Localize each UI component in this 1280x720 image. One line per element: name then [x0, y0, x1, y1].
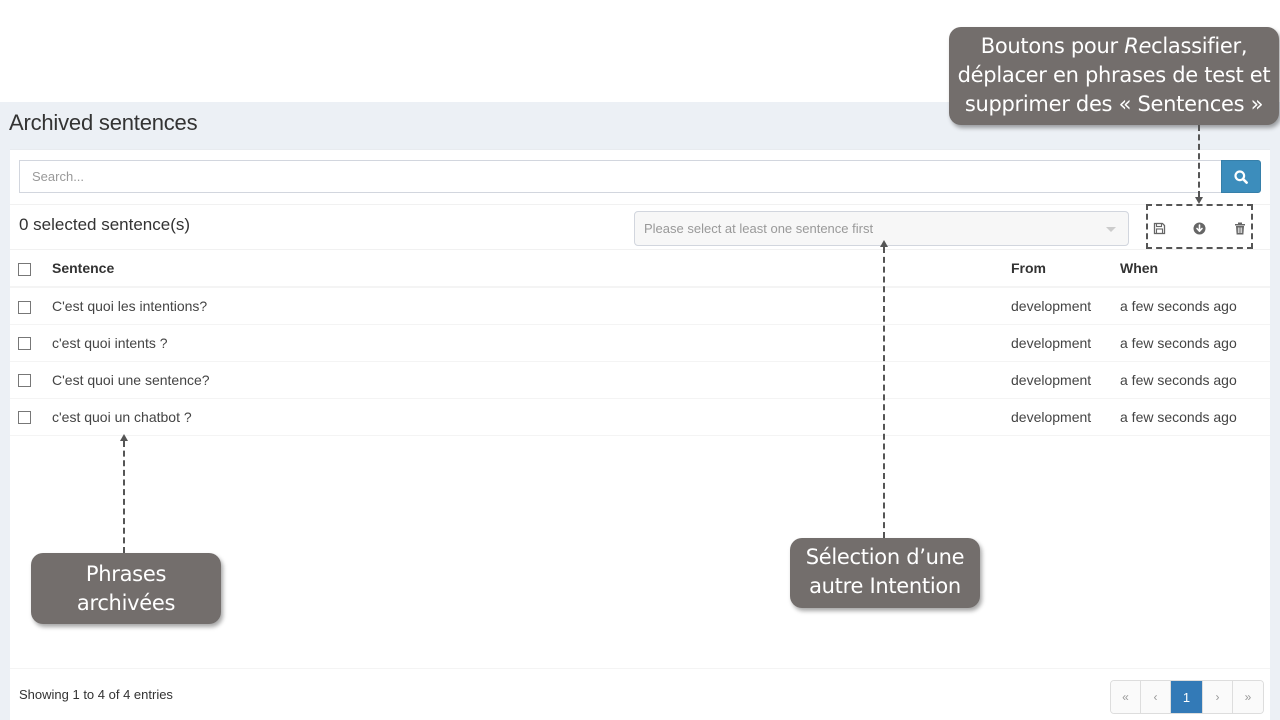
row-checkbox[interactable]: [18, 337, 31, 351]
table-header-row: Sentence From When: [10, 250, 1270, 288]
row-checkbox[interactable]: [18, 300, 31, 314]
sentence-cell: C'est quoi une sentence?: [52, 361, 1011, 399]
archived-sentences-panel: 0 selected sentence(s) Please select at …: [10, 149, 1270, 720]
callout-connector: [883, 247, 885, 538]
pagination-page-1[interactable]: 1: [1171, 681, 1203, 713]
pagination: « ‹ 1 › »: [1110, 680, 1264, 714]
callout-text-emphasis: Re: [1124, 34, 1152, 58]
action-buttons-highlight: [1146, 204, 1253, 249]
table-row[interactable]: c'est quoi un chatbot ? development a fe…: [10, 398, 1270, 436]
page-title: Archived sentences: [9, 110, 198, 135]
callout-text: déplacer en phrases de test et: [957, 63, 1271, 87]
arrow-up-icon: [880, 240, 888, 247]
search-row: [19, 160, 1261, 193]
from-cell: development: [1011, 287, 1120, 325]
row-checkbox[interactable]: [18, 374, 31, 388]
entries-info: Showing 1 to 4 of 4 entries: [19, 687, 173, 702]
pagination-next[interactable]: ›: [1203, 681, 1233, 713]
from-cell: development: [1011, 324, 1120, 362]
table-row[interactable]: C'est quoi les intentions? development a…: [10, 287, 1270, 325]
search-button[interactable]: [1221, 160, 1261, 193]
callout-text: archivées: [76, 591, 176, 615]
content-wrapper: Archived sentences 0 selected sentence(s…: [0, 102, 1280, 720]
select-all-checkbox[interactable]: [18, 262, 31, 276]
pagination-first[interactable]: «: [1111, 681, 1141, 713]
table-row[interactable]: C'est quoi une sentence? development a f…: [10, 361, 1270, 399]
arrow-down-icon: [1195, 197, 1203, 204]
pagination-last[interactable]: »: [1233, 681, 1263, 713]
callout-action-buttons: Boutons pour Reclassifier, déplacer en p…: [949, 27, 1279, 125]
callout-text: Phrases: [85, 562, 167, 586]
column-header-from[interactable]: From: [1011, 250, 1120, 288]
table-footer: Showing 1 to 4 of 4 entries « ‹ 1 › »: [10, 668, 1270, 720]
callout-connector: [123, 441, 125, 553]
selected-count: 0 selected sentence(s): [19, 215, 191, 234]
pagination-prev[interactable]: ‹: [1141, 681, 1171, 713]
from-cell: development: [1011, 398, 1120, 436]
when-cell: a few seconds ago: [1120, 287, 1270, 325]
from-cell: development: [1011, 361, 1120, 399]
selection-toolbar: 0 selected sentence(s) Please select at …: [10, 204, 1270, 250]
when-cell: a few seconds ago: [1120, 324, 1270, 362]
sentences-table: Sentence From When C'est quoi les intent…: [10, 250, 1270, 436]
sentence-cell: C'est quoi les intentions?: [52, 287, 1011, 325]
chevron-down-icon: [1106, 227, 1116, 232]
row-checkbox[interactable]: [18, 411, 31, 425]
when-cell: a few seconds ago: [1120, 361, 1270, 399]
sentence-cell: c'est quoi intents ?: [52, 324, 1011, 362]
column-header-when[interactable]: When: [1120, 250, 1270, 288]
column-header-sentence[interactable]: Sentence: [52, 250, 1011, 288]
sentence-cell: c'est quoi un chatbot ?: [52, 398, 1011, 436]
callout-text: classifier,: [1151, 34, 1248, 58]
callout-text: Sélection d’une: [805, 545, 965, 569]
search-input[interactable]: [19, 160, 1221, 193]
callout-text: autre Intention: [809, 574, 961, 598]
arrow-up-icon: [120, 434, 128, 441]
search-icon: [1234, 169, 1248, 184]
callout-connector: [1198, 125, 1200, 197]
callout-intent-selection: Sélection d’une autre Intention: [790, 538, 980, 608]
when-cell: a few seconds ago: [1120, 398, 1270, 436]
callout-text: Boutons pour: [980, 34, 1125, 58]
table-row[interactable]: c'est quoi intents ? development a few s…: [10, 324, 1270, 362]
callout-archived-sentences: Phrases archivées: [31, 553, 221, 624]
intent-select-placeholder: Please select at least one sentence firs…: [644, 221, 874, 236]
callout-text: supprimer des « Sentences »: [964, 92, 1264, 116]
